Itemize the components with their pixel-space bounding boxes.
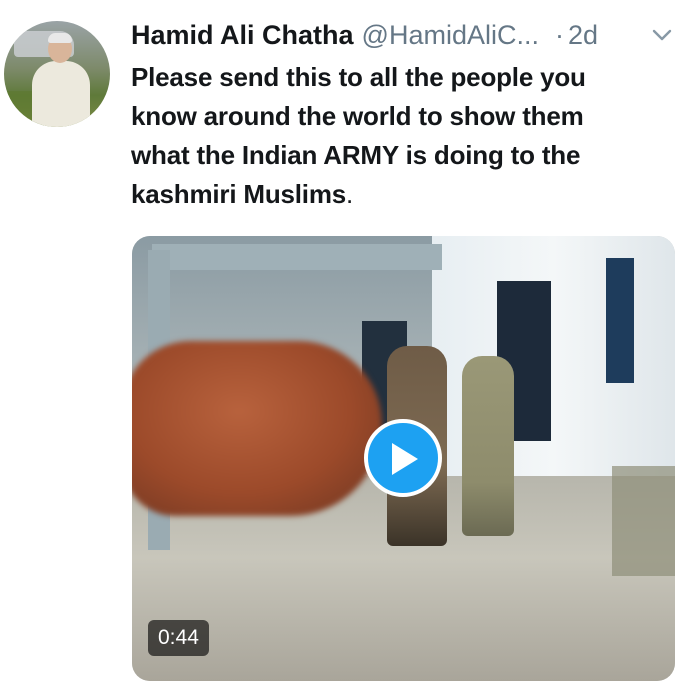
tweet-text-line: what the Indian ARMY is doing to the (131, 140, 581, 170)
tweet-card[interactable]: Hamid Ali Chatha @HamidAliC... · 2d Plea… (0, 0, 699, 693)
header-separator: · (554, 19, 564, 50)
tweet-text: Please send this to all the people you k… (131, 58, 676, 214)
video-frame-door (606, 258, 634, 383)
tweet-header: Hamid Ali Chatha @HamidAliC... · 2d (131, 18, 598, 52)
tweet-text-line: know around the world to show them (131, 101, 584, 131)
author-name[interactable]: Hamid Ali Chatha (131, 20, 354, 51)
avatar[interactable] (4, 21, 110, 127)
tweet-text-line: Please send this to all the people you (131, 62, 586, 92)
author-handle[interactable]: @HamidAliC... (362, 20, 539, 51)
tweet-text-last: kashmiri Muslims (131, 179, 346, 209)
video-duration-badge: 0:44 (148, 620, 209, 656)
video-frame-blurred-finger (132, 341, 382, 516)
video-frame-man (462, 356, 514, 536)
timestamp[interactable]: 2d (568, 20, 598, 51)
tweet-text-period: . (346, 179, 354, 209)
chevron-down-icon[interactable] (651, 27, 673, 43)
video-frame-roof (152, 244, 442, 270)
avatar-person-hair (48, 33, 72, 43)
tweet-text-line: kashmiri Muslims. (131, 175, 676, 214)
play-button[interactable] (364, 419, 442, 497)
video-frame-hill (612, 466, 675, 576)
video-player[interactable]: 0:44 (132, 236, 675, 681)
play-icon (392, 443, 418, 475)
avatar-person-body (32, 61, 90, 127)
